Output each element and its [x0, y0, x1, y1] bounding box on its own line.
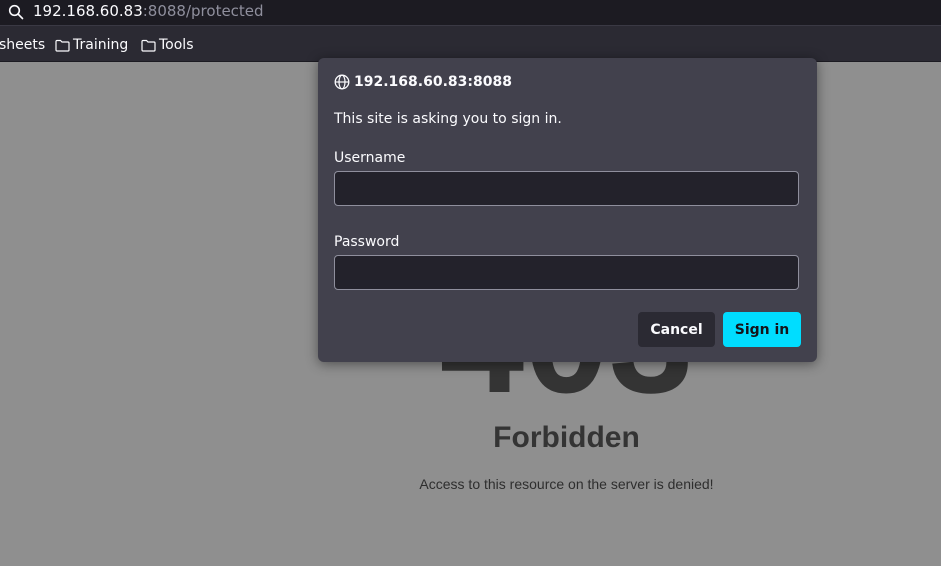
- bookmark-label: sheets: [0, 37, 46, 53]
- dialog-message: This site is asking you to sign in.: [334, 111, 562, 127]
- username-label: Username: [334, 150, 406, 166]
- error-message: Access to this resource on the server is…: [419, 476, 714, 492]
- password-input[interactable]: [334, 255, 799, 290]
- url-path: :8088/protected: [142, 2, 264, 20]
- bookmark-label: Training: [73, 37, 129, 53]
- auth-dialog: 192.168.60.83:8088 This site is asking y…: [318, 58, 817, 362]
- url-host: 192.168.60.83: [33, 2, 143, 20]
- bookmark-label: Tools: [159, 37, 194, 53]
- folder-icon: [141, 39, 156, 52]
- sign-in-button[interactable]: Sign in: [723, 312, 801, 347]
- search-icon: [8, 4, 24, 20]
- bookmark-tools[interactable]: Tools: [141, 37, 194, 53]
- error-title: Forbidden: [493, 421, 640, 454]
- url-text[interactable]: 192.168.60.83:8088/protected: [33, 2, 264, 20]
- bookmark-training[interactable]: Training: [55, 37, 128, 53]
- globe-icon: [334, 74, 350, 90]
- password-label: Password: [334, 234, 400, 250]
- dialog-host-text: 192.168.60.83:8088: [354, 74, 512, 90]
- bookmark-sheets[interactable]: sheets: [0, 37, 45, 53]
- url-bar[interactable]: 192.168.60.83:8088/protected: [0, 0, 941, 26]
- username-input[interactable]: [334, 171, 799, 206]
- cancel-button[interactable]: Cancel: [638, 312, 715, 347]
- folder-icon: [55, 39, 70, 52]
- bookmarks-toolbar: sheets Training Tools: [0, 26, 941, 62]
- dialog-host: 192.168.60.83:8088: [334, 73, 512, 91]
